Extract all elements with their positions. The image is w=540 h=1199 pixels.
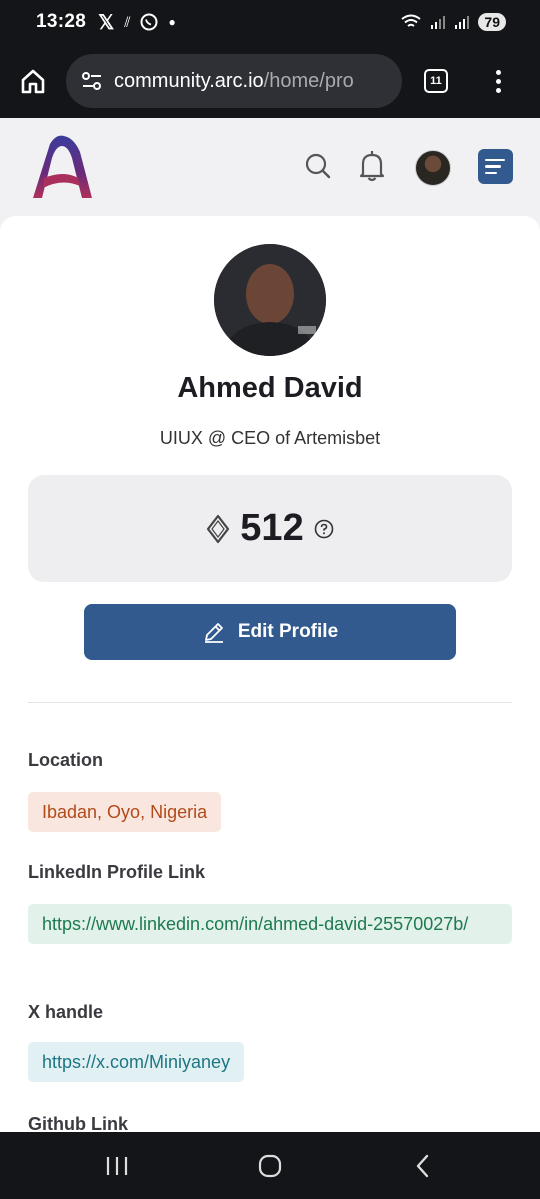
help-circle-icon[interactable]: [314, 519, 334, 539]
pencil-icon: [204, 623, 223, 643]
home-icon[interactable]: [18, 66, 48, 96]
diamond-icon: [207, 514, 230, 543]
location-value: Ibadan, Oyo, Nigeria: [28, 792, 222, 832]
github-label: Github Link: [28, 1114, 128, 1132]
address-bar[interactable]: community.arc.io/home/pro: [66, 54, 402, 108]
status-bar: 13:28 𝕏 ⫽ ● 79: [0, 0, 540, 44]
url-path: /home/pro: [263, 69, 354, 92]
url-domain: community.arc.io: [114, 69, 264, 92]
site-header: [0, 118, 540, 216]
recent-apps-icon[interactable]: [104, 1154, 130, 1178]
home-nav-icon[interactable]: [257, 1153, 283, 1179]
tab-switcher-button[interactable]: 11: [424, 69, 448, 93]
system-nav-bar: [0, 1132, 540, 1199]
edit-profile-label: Edit Profile: [237, 621, 339, 642]
profile-title: UIUX @ CEO of Artemisbet: [159, 428, 381, 448]
url-text: community.arc.io/home/pro: [114, 70, 354, 93]
browser-toolbar: community.arc.io/home/pro 11: [0, 44, 540, 118]
status-time: 13:28: [36, 11, 87, 32]
signal-icon: [431, 16, 446, 29]
linkedin-label: LinkedIn Profile Link: [28, 862, 206, 882]
arc-logo[interactable]: [30, 134, 96, 200]
menu-icon[interactable]: [478, 149, 513, 184]
dot-icon: ●: [168, 15, 176, 29]
whatsapp-icon: [140, 13, 158, 31]
x-handle-link[interactable]: https://x.com/Miniyaney: [28, 1042, 245, 1082]
signal-icon-2: [455, 16, 470, 29]
profile-name: Ahmed David: [177, 372, 363, 404]
divider: [28, 702, 512, 703]
x-app-icon: 𝕏: [98, 11, 115, 34]
scribble-icon: ⫽: [124, 13, 131, 30]
status-right: 79: [400, 13, 506, 31]
x-handle-label: X handle: [28, 1002, 104, 1022]
points-value: 512: [240, 507, 304, 549]
more-vert-icon[interactable]: [496, 69, 501, 93]
bell-icon[interactable]: [358, 149, 386, 183]
points-panel: 512: [28, 475, 512, 582]
linkedin-link[interactable]: https://www.linkedin.com/in/ahmed-david-…: [28, 904, 512, 944]
edit-profile-button[interactable]: Edit Profile: [84, 604, 456, 660]
profile-card: Ahmed David UIUX @ CEO of Artemisbet 512…: [0, 216, 540, 1132]
profile-photo: [214, 244, 326, 356]
site-settings-icon[interactable]: [80, 69, 104, 93]
user-avatar[interactable]: [415, 150, 451, 186]
location-label: Location: [28, 750, 103, 770]
wifi-icon: [401, 14, 422, 27]
notification-icons: 𝕏 ⫽ ●: [98, 10, 176, 35]
battery-level: 79: [478, 13, 506, 31]
back-icon[interactable]: [410, 1153, 436, 1179]
search-icon[interactable]: [304, 152, 332, 180]
